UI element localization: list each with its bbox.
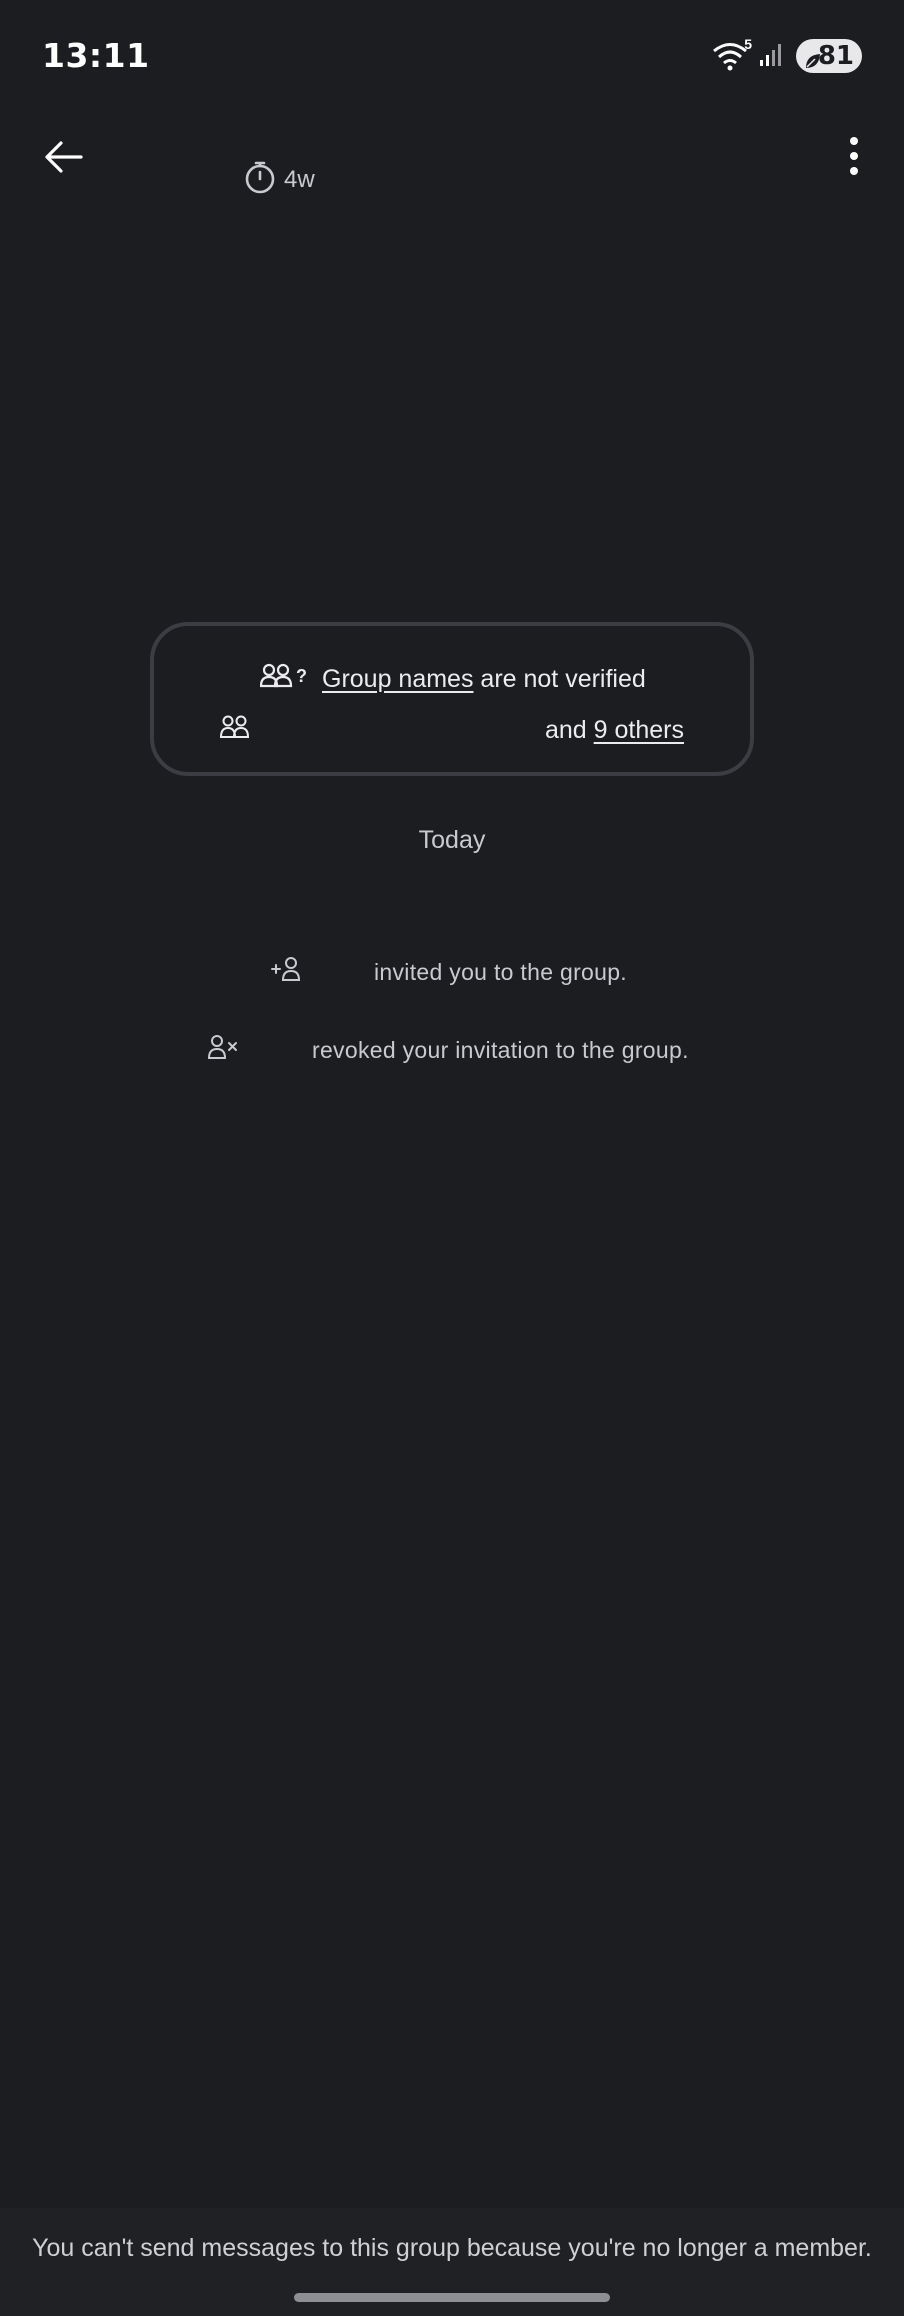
status-icons: 5 81	[712, 36, 862, 76]
battery-saver-leaf-icon	[804, 47, 822, 77]
person-add-icon	[270, 956, 302, 988]
disappearing-messages-timer[interactable]: 4w	[244, 160, 315, 199]
back-button[interactable]	[30, 126, 96, 192]
members-prefix: and	[544, 716, 594, 744]
stopwatch-icon	[244, 160, 276, 199]
group-names-text: are not verified	[473, 665, 646, 693]
status-time: 13:11	[42, 36, 150, 75]
timer-label: 4w	[284, 165, 315, 193]
event-invited-text: invited you to the group.	[374, 958, 627, 985]
group-names-link[interactable]: Group names	[322, 665, 473, 694]
event-revoked-text: revoked your invitation to the group.	[312, 1036, 689, 1063]
group-info-card: ? Group names are not verified and 9 oth…	[150, 622, 754, 776]
more-options-button[interactable]	[836, 128, 872, 188]
battery-indicator: 81	[796, 39, 862, 73]
wifi-icon: 5	[712, 36, 752, 72]
svg-text:?: ?	[296, 666, 307, 686]
event-invited: invited you to the group.	[270, 956, 627, 988]
group-question-icon: ?	[259, 662, 308, 697]
group-names-row: ? Group names are not verified	[259, 662, 750, 697]
signal-icon	[758, 40, 786, 73]
home-indicator[interactable]	[294, 2293, 610, 2302]
arrow-left-icon	[43, 140, 83, 179]
person-remove-icon	[207, 1034, 240, 1066]
not-member-message: You can't send messages to this group be…	[32, 2234, 872, 2262]
event-revoked: revoked your invitation to the group.	[207, 1034, 689, 1066]
members-summary: and 9 others	[545, 716, 684, 745]
date-separator: Today	[418, 826, 486, 854]
battery-level: 81	[817, 41, 854, 71]
group-members-row: and 9 others	[219, 714, 750, 747]
group-members-icon	[219, 714, 250, 747]
others-link[interactable]: 9 others	[594, 716, 684, 745]
network-badge: 5	[744, 36, 752, 52]
more-vertical-icon	[849, 136, 859, 181]
